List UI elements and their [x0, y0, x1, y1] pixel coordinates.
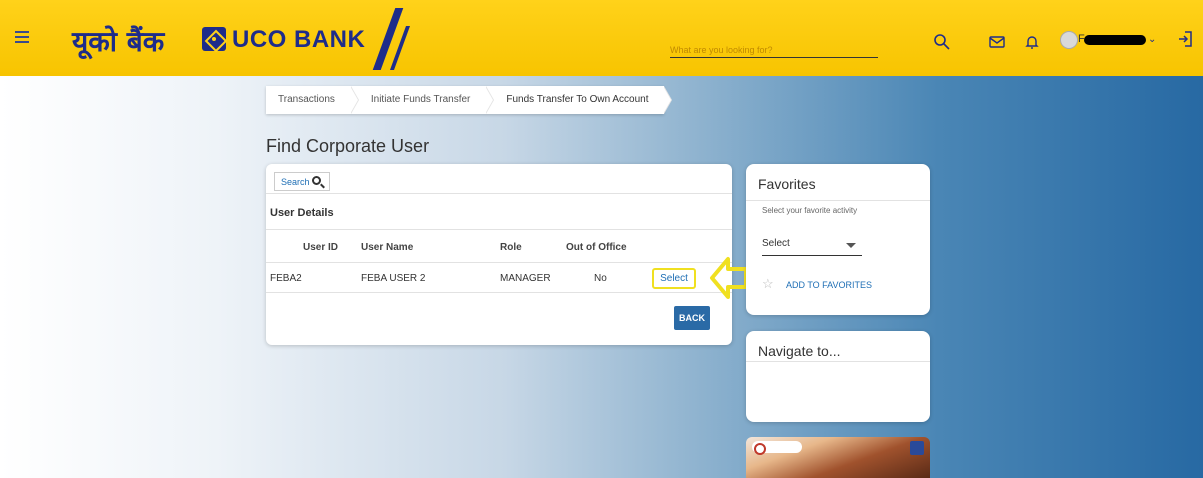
navigate-title: Navigate to... [758, 343, 841, 359]
select-user-link[interactable]: Select [652, 268, 696, 289]
bank-logo-icon [202, 27, 226, 51]
divider [266, 193, 732, 194]
global-search-field[interactable] [670, 40, 878, 58]
divider [266, 292, 732, 293]
mail-icon[interactable] [988, 33, 1006, 51]
user-search-card: Search User Details User ID User Name Ro… [266, 164, 732, 345]
favorite-select-value: Select [762, 238, 790, 249]
global-search-input[interactable] [670, 45, 878, 55]
menu-icon[interactable] [15, 31, 29, 43]
divider [746, 200, 930, 201]
favorite-activity-select[interactable]: Select [762, 238, 862, 256]
bell-icon[interactable] [1023, 33, 1041, 51]
divider [746, 361, 930, 362]
breadcrumb-funds-transfer-own-account: Funds Transfer To Own Account [486, 86, 673, 114]
column-header-role: Role [500, 242, 522, 253]
column-header-user-id: User ID [303, 242, 339, 253]
search-button[interactable]: Search [274, 172, 330, 191]
section-title: User Details [270, 207, 334, 219]
cell-user-name: FEBA USER 2 [361, 273, 426, 284]
caret-down-icon [846, 243, 856, 248]
avatar[interactable] [1060, 31, 1078, 49]
breadcrumb: Transactions Initiate Funds Transfer Fun… [266, 86, 673, 114]
cell-user-id: FEBA2 [270, 273, 302, 284]
column-header-user-name: User Name [361, 242, 414, 253]
logo-text: UCO BANK [232, 26, 366, 53]
app-header: यूको बैंक UCO BANK F ⌄ [0, 0, 1203, 76]
divider [266, 229, 732, 230]
star-icon: ☆ [762, 276, 774, 291]
logo-hindi-text: यूको बैंक [72, 25, 165, 58]
favorites-title: Favorites [758, 176, 816, 192]
logo-stroke [372, 8, 404, 70]
favorites-card: Favorites Select your favorite activity … [746, 164, 930, 315]
username-redacted[interactable] [1084, 35, 1146, 45]
navigate-card: Navigate to... [746, 331, 930, 422]
promo-corner-logo [910, 441, 924, 455]
promo-banner-image[interactable] [746, 437, 930, 478]
divider [266, 262, 732, 263]
back-button[interactable]: BACK [674, 306, 710, 330]
promo-logo [752, 441, 802, 455]
cell-out-of-office: No [594, 273, 607, 284]
search-button-label: Search [281, 177, 310, 187]
page-title: Find Corporate User [266, 136, 430, 156]
search-icon[interactable] [933, 33, 951, 51]
column-header-out-of-office: Out of Office [566, 242, 627, 253]
breadcrumb-initiate-funds-transfer[interactable]: Initiate Funds Transfer [351, 86, 494, 114]
cell-role: MANAGER [500, 273, 551, 284]
breadcrumb-transactions[interactable]: Transactions [266, 86, 359, 114]
add-to-favorites-link[interactable]: ADD TO FAVORITES [786, 280, 872, 290]
favorites-subtitle: Select your favorite activity [762, 206, 858, 215]
chevron-down-icon[interactable]: ⌄ [1148, 34, 1156, 45]
logout-icon[interactable] [1176, 30, 1194, 48]
highlight-arrow-icon [710, 257, 748, 299]
search-icon [312, 176, 321, 185]
